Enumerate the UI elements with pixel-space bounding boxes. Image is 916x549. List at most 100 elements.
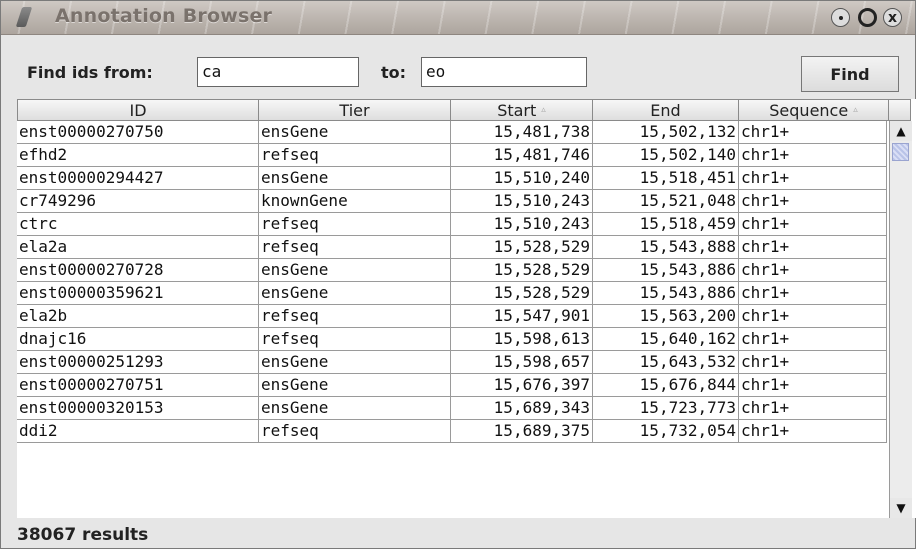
table-row[interactable]: ela2a refseq 15,528,529 15,543,888 chr1+ <box>17 236 887 259</box>
results-table: ID Tier Start ▵ End Sequence ▵ enst0000027… <box>17 99 916 518</box>
cell-sequence: chr1+ <box>739 328 887 351</box>
cell-tier: refseq <box>259 420 451 443</box>
cell-sequence: chr1+ <box>739 374 887 397</box>
search-row: Find ids from: ca to: eo Find <box>1 35 915 95</box>
table-row[interactable]: ela2b refseq 15,547,901 15,563,200 chr1+ <box>17 305 887 328</box>
cell-start: 15,510,243 <box>451 190 593 213</box>
minimize-icon <box>838 15 843 20</box>
find-button[interactable]: Find <box>801 56 899 92</box>
vertical-scrollbar[interactable]: ▲ ▼ <box>889 121 912 518</box>
cell-tier: refseq <box>259 213 451 236</box>
column-header-start[interactable]: Start ▵ <box>451 99 593 121</box>
cell-start: 15,528,529 <box>451 282 593 305</box>
cell-tier: ensGene <box>259 397 451 420</box>
cell-sequence: chr1+ <box>739 259 887 282</box>
window-title: Annotation Browser <box>55 5 273 27</box>
cell-end: 15,643,532 <box>593 351 739 374</box>
to-label: to: <box>381 63 407 82</box>
table-row[interactable]: enst00000294427 ensGene 15,510,240 15,518,4… <box>17 167 887 190</box>
column-header-id[interactable]: ID <box>17 99 259 121</box>
cell-tier: refseq <box>259 328 451 351</box>
cell-tier: ensGene <box>259 374 451 397</box>
cell-sequence: chr1+ <box>739 121 887 144</box>
table-row[interactable]: enst00000270728 ensGene 15,528,529 15,543,8… <box>17 259 887 282</box>
cell-id: ela2a <box>17 236 259 259</box>
cell-sequence: chr1+ <box>739 305 887 328</box>
cell-tier: refseq <box>259 305 451 328</box>
title-bar[interactable]: Annotation Browser x <box>1 1 915 35</box>
annotation-browser-window: Annotation Browser x Find ids from: ca t… <box>0 0 916 549</box>
cell-id: ctrc <box>17 213 259 236</box>
find-from-label: Find ids from: <box>27 63 153 82</box>
table-row[interactable]: ddi2 refseq 15,689,375 15,732,054 chr1+ <box>17 420 887 443</box>
cell-sequence: chr1+ <box>739 351 887 374</box>
cell-end: 15,502,140 <box>593 144 739 167</box>
from-input[interactable]: ca <box>197 57 359 87</box>
table-row[interactable]: enst00000270750 ensGene 15,481,738 15,502,1… <box>17 121 887 144</box>
table-row[interactable]: enst00000270751 ensGene 15,676,397 15,676,8… <box>17 374 887 397</box>
scroll-up-icon[interactable]: ▲ <box>890 121 912 141</box>
cell-end: 15,640,162 <box>593 328 739 351</box>
table-row[interactable]: dnajc16 refseq 15,598,613 15,640,162 chr1+ <box>17 328 887 351</box>
cell-end: 15,543,886 <box>593 282 739 305</box>
cell-id: cr749296 <box>17 190 259 213</box>
column-header-tier[interactable]: Tier <box>259 99 451 121</box>
cell-end: 15,563,200 <box>593 305 739 328</box>
cell-sequence: chr1+ <box>739 236 887 259</box>
cell-sequence: chr1+ <box>739 282 887 305</box>
cell-sequence: chr1+ <box>739 397 887 420</box>
sort-ascending-icon: ▵ <box>541 105 546 115</box>
cell-sequence: chr1+ <box>739 420 887 443</box>
cell-id: enst00000251293 <box>17 351 259 374</box>
sort-ascending-icon: ▵ <box>853 105 858 115</box>
cell-id: efhd2 <box>17 144 259 167</box>
table-row[interactable]: enst00000251293 ensGene 15,598,657 15,643,5… <box>17 351 887 374</box>
to-input[interactable]: eo <box>421 57 587 87</box>
table-row[interactable]: ctrc refseq 15,510,243 15,518,459 chr1+ <box>17 213 887 236</box>
scroll-thumb[interactable] <box>892 143 909 161</box>
column-header-label: Sequence <box>769 100 849 120</box>
cell-tier: ensGene <box>259 282 451 305</box>
cell-tier: ensGene <box>259 121 451 144</box>
cell-start: 15,598,657 <box>451 351 593 374</box>
cell-tier: knownGene <box>259 190 451 213</box>
cell-start: 15,689,375 <box>451 420 593 443</box>
cell-end: 15,732,054 <box>593 420 739 443</box>
cell-start: 15,676,397 <box>451 374 593 397</box>
cell-start: 15,547,901 <box>451 305 593 328</box>
column-header-label: ID <box>129 100 147 120</box>
cell-sequence: chr1+ <box>739 144 887 167</box>
cell-id: ddi2 <box>17 420 259 443</box>
column-header-sequence[interactable]: Sequence ▵ <box>739 99 889 121</box>
cell-end: 15,723,773 <box>593 397 739 420</box>
scroll-down-icon[interactable]: ▼ <box>890 498 912 518</box>
table-row[interactable]: cr749296 knownGene 15,510,243 15,521,048 chr… <box>17 190 887 213</box>
cell-end: 15,521,048 <box>593 190 739 213</box>
cell-start: 15,510,240 <box>451 167 593 190</box>
cell-start: 15,510,243 <box>451 213 593 236</box>
maximize-button[interactable] <box>858 8 877 27</box>
cell-sequence: chr1+ <box>739 190 887 213</box>
cell-tier: refseq <box>259 144 451 167</box>
cell-tier: ensGene <box>259 167 451 190</box>
minimize-button[interactable] <box>831 8 850 27</box>
cell-id: enst00000359621 <box>17 282 259 305</box>
app-icon <box>15 7 33 27</box>
column-header-end[interactable]: End <box>593 99 739 121</box>
cell-start: 15,528,529 <box>451 259 593 282</box>
table-row[interactable]: efhd2 refseq 15,481,746 15,502,140 chr1+ <box>17 144 887 167</box>
cell-end: 15,543,888 <box>593 236 739 259</box>
column-header-label: Start <box>497 100 537 120</box>
cell-id: enst00000320153 <box>17 397 259 420</box>
column-header-label: Tier <box>339 100 370 120</box>
close-button[interactable]: x <box>883 8 902 27</box>
cell-end: 15,676,844 <box>593 374 739 397</box>
table-row[interactable]: enst00000320153 ensGene 15,689,343 15,723,7… <box>17 397 887 420</box>
table-row[interactable]: enst00000359621 ensGene 15,528,529 15,543,8… <box>17 282 887 305</box>
cell-tier: ensGene <box>259 259 451 282</box>
header-corner <box>889 99 911 121</box>
cell-id: enst00000270728 <box>17 259 259 282</box>
cell-end: 15,518,451 <box>593 167 739 190</box>
cell-start: 15,598,613 <box>451 328 593 351</box>
cell-start: 15,481,746 <box>451 144 593 167</box>
